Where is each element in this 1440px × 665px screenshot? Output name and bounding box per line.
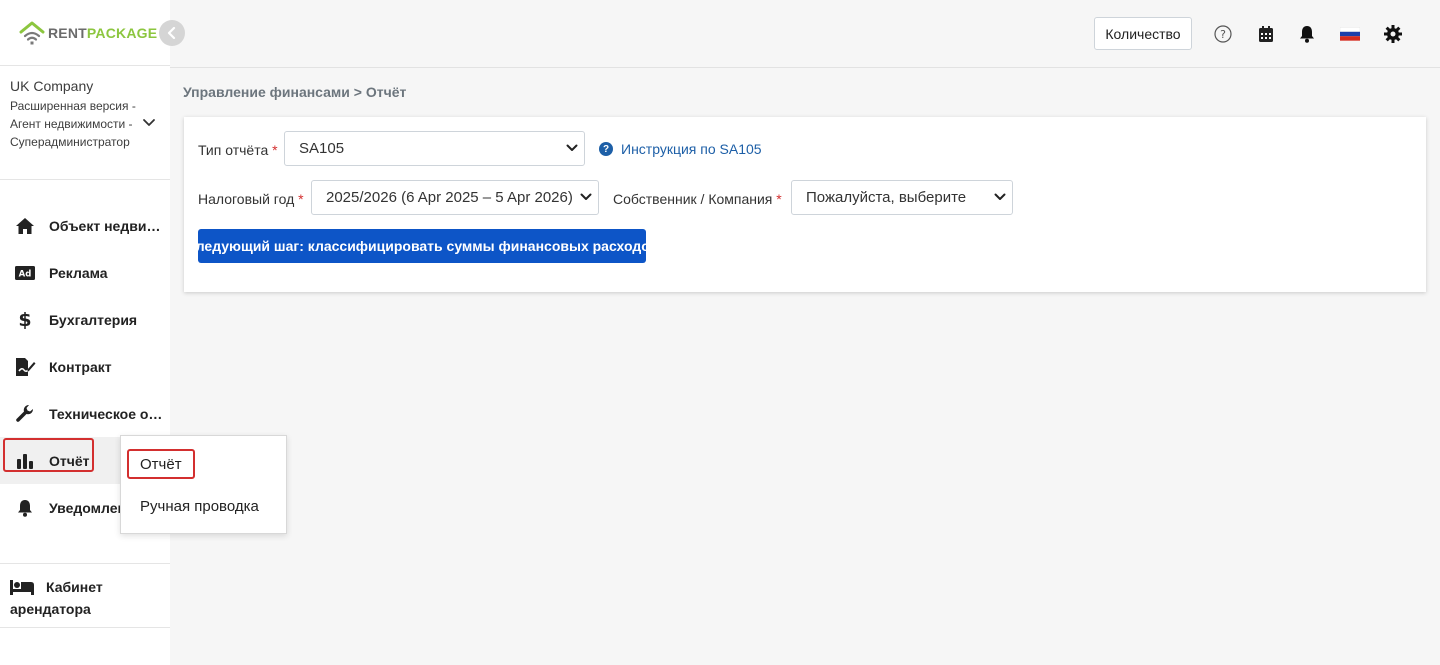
- wrench-icon: [14, 403, 36, 425]
- required-mark: *: [272, 142, 278, 158]
- logo-row: RENTPACKAGE: [0, 0, 185, 66]
- svg-text:Ad: Ad: [19, 269, 32, 279]
- gear-icon[interactable]: [1383, 24, 1403, 44]
- sidebar-item-maintenance[interactable]: Техническое обслуживание: [0, 390, 170, 437]
- dollar-icon: $: [14, 309, 36, 331]
- chevron-down-icon: [566, 144, 578, 151]
- report-submenu: Отчёт Ручная проводка: [120, 435, 287, 534]
- chevron-left-icon: [167, 27, 176, 39]
- chevron-down-icon: [994, 193, 1006, 200]
- report-type-select[interactable]: SA105: [284, 131, 585, 166]
- sidebar-item-accounting[interactable]: $ Бухгалтерия: [0, 296, 170, 343]
- sidebar-item-label: Объект недвижимости: [49, 217, 165, 234]
- report-form-card: Тип отчёта * SA105 ? Инструкция по SA105…: [184, 117, 1426, 292]
- sidebar-item-label: Бухгалтерия: [49, 311, 138, 328]
- quantity-button[interactable]: Количество: [1094, 17, 1192, 50]
- chevron-down-icon[interactable]: [142, 118, 156, 128]
- bell-icon: [14, 497, 36, 519]
- home-icon: [14, 215, 36, 237]
- sidebar-item-contract[interactable]: Контракт: [0, 343, 170, 390]
- submenu-item-report[interactable]: Отчёт: [140, 456, 182, 473]
- logo[interactable]: RENTPACKAGE: [18, 20, 157, 46]
- company-description: Расширенная версия - Агент недвижимости …: [10, 99, 136, 149]
- russia-flag-icon[interactable]: [1340, 24, 1360, 44]
- logo-text-rent: RENT: [48, 25, 87, 41]
- bed-icon: [10, 579, 34, 595]
- sidebar-collapse-button[interactable]: [159, 20, 185, 46]
- tenant-label-line2: арендатора: [10, 601, 91, 617]
- contract-icon: [14, 356, 36, 378]
- required-mark: *: [776, 191, 782, 207]
- sidebar-item-label: Техническое обслуживание: [49, 405, 165, 422]
- tax-year-select[interactable]: 2025/2026 (6 Apr 2025 – 5 Apr 2026): [311, 180, 599, 215]
- company-name: UK Company: [10, 78, 94, 94]
- sidebar-item-label: Реклама: [49, 264, 108, 281]
- wifi-logo-icon: [19, 21, 45, 45]
- calendar-icon[interactable]: [1256, 24, 1276, 44]
- top-header: Количество ?: [170, 0, 1440, 68]
- sidebar-item-label: Контракт: [49, 358, 112, 375]
- highlight-frame: [3, 438, 94, 472]
- next-step-button[interactable]: Следующий шаг: классифицировать суммы фи…: [186, 229, 658, 263]
- sidebar-item-property[interactable]: Объект недвижимости: [0, 202, 170, 249]
- tax-year-label: Налоговый год *: [198, 191, 304, 207]
- submenu-item-manual-entry[interactable]: Ручная проводка: [140, 498, 259, 515]
- company-selector[interactable]: UK Company Расширенная версия - Агент не…: [0, 66, 170, 180]
- notification-bell-icon[interactable]: [1297, 24, 1317, 44]
- tenant-label-line1: Кабинет: [46, 579, 103, 595]
- chevron-down-icon: [580, 193, 592, 200]
- sidebar: RENTPACKAGE UK Company Расширенная верси…: [0, 0, 185, 665]
- help-icon[interactable]: ?: [1213, 24, 1233, 44]
- svg-text:?: ?: [1220, 28, 1226, 41]
- ad-icon: Ad: [14, 262, 36, 284]
- owner-company-select[interactable]: Пожалуйста, выберите: [791, 180, 1013, 215]
- required-mark: *: [298, 191, 304, 207]
- breadcrumb: Управление финансами > Отчёт: [183, 84, 407, 100]
- svg-text:$: $: [18, 309, 31, 331]
- sa105-instructions-link[interactable]: ? Инструкция по SA105: [599, 141, 762, 157]
- sidebar-item-tenant-cabinet[interactable]: Кабинет арендатора: [0, 563, 170, 628]
- question-circle-icon: ?: [599, 142, 613, 156]
- report-type-label: Тип отчёта *: [198, 142, 278, 158]
- sidebar-item-advertising[interactable]: Ad Реклама: [0, 249, 170, 296]
- owner-company-label: Собственник / Компания *: [613, 191, 782, 207]
- logo-text-package: PACKAGE: [86, 25, 158, 41]
